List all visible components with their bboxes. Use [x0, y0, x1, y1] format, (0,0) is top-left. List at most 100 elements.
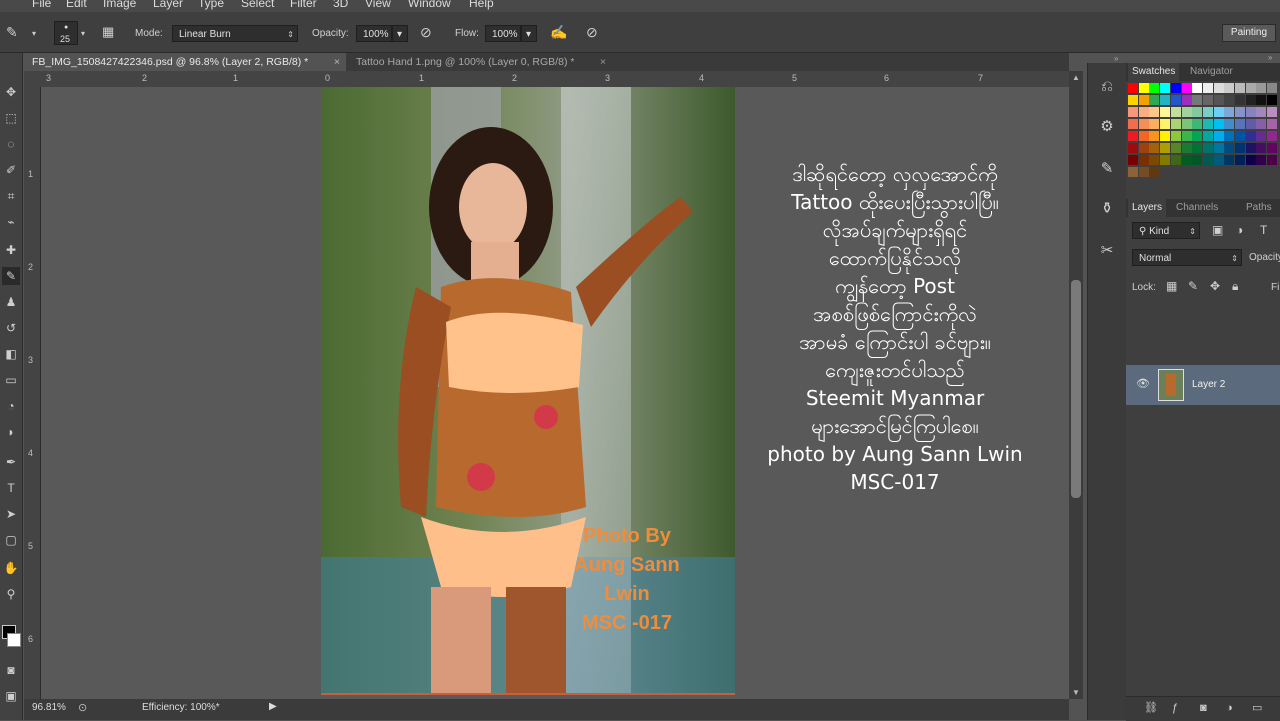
brush-panel-icon[interactable]: ✎ [1097, 159, 1117, 179]
pressure-opacity-icon[interactable]: ⊘ [420, 25, 432, 39]
swatch[interactable] [1256, 155, 1267, 165]
swatch[interactable] [1149, 83, 1160, 93]
swatch[interactable] [1256, 119, 1267, 129]
swatch[interactable] [1267, 83, 1278, 93]
brush-tool-icon[interactable]: ✎ [2, 267, 20, 285]
swatch[interactable] [1235, 143, 1245, 153]
swatch[interactable] [1224, 119, 1235, 129]
swatch[interactable] [1128, 155, 1138, 165]
swatch[interactable] [1267, 107, 1278, 117]
eraser-tool-icon[interactable]: ◧ [2, 345, 20, 363]
marquee-tool-icon[interactable]: ⬚ [2, 109, 20, 127]
swatch[interactable] [1149, 143, 1160, 153]
swatch[interactable] [1149, 131, 1160, 141]
brush-size-picker[interactable]: ● 25 [54, 21, 78, 45]
swatch[interactable] [1235, 95, 1245, 105]
tab-navigator[interactable]: Navigator [1186, 63, 1237, 81]
swatch[interactable] [1224, 83, 1235, 93]
swatch[interactable] [1149, 95, 1160, 105]
menu-file[interactable]: File [32, 0, 51, 10]
gradient-tool-icon[interactable]: ▭ [2, 371, 20, 389]
swatch[interactable] [1181, 131, 1192, 141]
history-panel-icon[interactable]: ⎌ [1097, 77, 1117, 97]
swatch[interactable] [1213, 107, 1224, 117]
swatch[interactable] [1160, 95, 1171, 105]
tab-document-2[interactable]: Tattoo Hand 1.png @ 100% (Layer 0, RGB/8… [348, 53, 612, 71]
swatch[interactable] [1245, 143, 1256, 153]
swatch[interactable] [1256, 143, 1267, 153]
document-info-icon[interactable]: ⊙ [78, 701, 87, 714]
crop-tool-icon[interactable]: ⌗ [2, 187, 20, 205]
swatch[interactable] [1245, 155, 1256, 165]
move-tool-icon[interactable]: ✥ [2, 83, 20, 101]
dodge-tool-icon[interactable]: ◗ [2, 423, 20, 441]
swatch[interactable] [1149, 119, 1160, 129]
swatch[interactable] [1170, 95, 1181, 105]
hand-tool-icon[interactable]: ✋ [2, 559, 20, 577]
swatch[interactable] [1245, 119, 1256, 129]
swatch[interactable] [1256, 95, 1267, 105]
brush-picker-arrow-icon[interactable]: ▾ [81, 27, 85, 41]
tab-document-1[interactable]: FB_IMG_1508427422346.psd @ 96.8% (Layer … [24, 53, 346, 71]
swatch[interactable] [1202, 95, 1213, 105]
tool-preset-arrow-icon[interactable]: ▾ [32, 27, 36, 41]
quick-mask-icon[interactable]: ◙ [2, 661, 20, 679]
menu-3d[interactable]: 3D [333, 0, 348, 10]
swatch[interactable] [1245, 107, 1256, 117]
new-group-icon[interactable]: ▭ [1252, 701, 1262, 715]
collapse-panels-icon[interactable]: » [1268, 53, 1272, 62]
swatch[interactable] [1192, 143, 1203, 153]
layer-row[interactable]: 👁︎ Layer 2 [1126, 365, 1280, 405]
flow-input[interactable]: 100% [485, 25, 521, 42]
swatch[interactable] [1213, 83, 1224, 93]
mode-select[interactable]: Linear Burn ⇕ [172, 25, 298, 42]
swatch[interactable] [1181, 155, 1192, 165]
swatch[interactable] [1256, 107, 1267, 117]
swatch[interactable] [1138, 83, 1149, 93]
clone-stamp-tool-icon[interactable]: ♟ [2, 293, 20, 311]
layer-style-icon[interactable]: ƒ [1172, 701, 1178, 715]
swatch[interactable] [1192, 83, 1203, 93]
tab-layers[interactable]: Layers [1128, 199, 1167, 217]
blend-mode-select[interactable]: Normal ⇕ [1132, 249, 1242, 266]
menu-type[interactable]: Type [198, 0, 224, 10]
status-menu-arrow-icon[interactable]: ▶ [269, 701, 277, 712]
swatch[interactable] [1160, 131, 1171, 141]
swatches-grid[interactable] [1128, 83, 1280, 183]
swatch[interactable] [1235, 131, 1245, 141]
swatch[interactable] [1267, 143, 1278, 153]
swatch[interactable] [1181, 143, 1192, 153]
swatch[interactable] [1267, 119, 1278, 129]
swatch[interactable] [1202, 143, 1213, 153]
swatch[interactable] [1224, 95, 1235, 105]
tab-channels[interactable]: Channels [1172, 199, 1222, 217]
swatch[interactable] [1138, 131, 1149, 141]
swatch[interactable] [1202, 83, 1213, 93]
scroll-up-icon[interactable]: ▲ [1072, 73, 1080, 82]
vertical-scroll-thumb[interactable] [1071, 280, 1081, 498]
swatch[interactable] [1138, 119, 1149, 129]
opacity-input[interactable]: 100% [356, 25, 392, 42]
swatch[interactable] [1128, 95, 1138, 105]
swatch[interactable] [1235, 155, 1245, 165]
swatch[interactable] [1138, 155, 1149, 165]
swatch[interactable] [1181, 119, 1192, 129]
swatch[interactable] [1170, 107, 1181, 117]
swatch[interactable] [1138, 95, 1149, 105]
swatch[interactable] [1192, 119, 1203, 129]
swatch[interactable] [1170, 131, 1181, 141]
swatch[interactable] [1128, 119, 1138, 129]
swatch[interactable] [1267, 95, 1278, 105]
lasso-tool-icon[interactable]: ◌ [2, 135, 20, 153]
adjustment-layer-icon[interactable]: ◑ [1226, 701, 1233, 715]
menu-filter[interactable]: Filter [290, 0, 317, 10]
swatch[interactable] [1160, 155, 1171, 165]
swatch[interactable] [1192, 107, 1203, 117]
swatch[interactable] [1138, 167, 1149, 177]
swatch[interactable] [1256, 83, 1267, 93]
tool-presets-panel-icon[interactable]: ✂ [1097, 241, 1117, 261]
swatch[interactable] [1213, 155, 1224, 165]
lock-image-icon[interactable]: ✎ [1188, 279, 1198, 293]
swatch[interactable] [1160, 107, 1171, 117]
clone-source-panel-icon[interactable]: ⚱ [1097, 199, 1117, 219]
